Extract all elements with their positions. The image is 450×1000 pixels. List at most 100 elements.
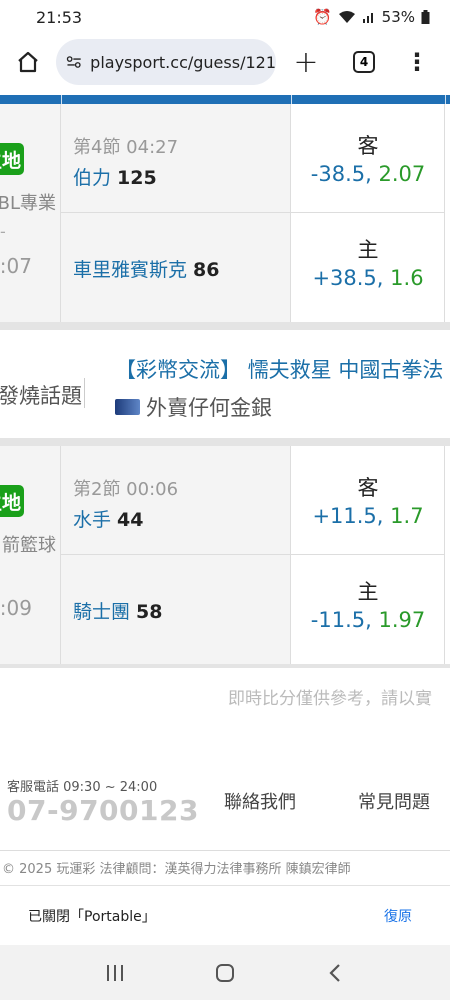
- row-divider: [61, 212, 445, 213]
- odds-line: -38.5, 2.07: [291, 162, 445, 186]
- section-divider: [0, 438, 450, 446]
- odds-line: +11.5, 1.7: [291, 504, 445, 528]
- team-name: 伯力: [73, 167, 112, 189]
- odds-value: 1.97: [378, 608, 426, 632]
- odds-column: 客 +11.5, 1.7 主 -11.5, 1.97: [291, 446, 445, 664]
- match-row: 主地 箭籃球 1:09 第2節 00:06 水手44 騎士團58 客 +11.5…: [0, 446, 450, 664]
- phone-number[interactable]: 07-9700123: [7, 794, 199, 827]
- odds-side: 主: [357, 238, 379, 262]
- score-disclaimer: 即時比分僅供參考，請以實: [228, 689, 432, 709]
- game-period: 第2節 00:06: [73, 479, 179, 500]
- team-score: 44: [117, 509, 144, 531]
- battery-percent: 53%: [381, 8, 415, 26]
- team-score: 125: [117, 167, 157, 189]
- info-dash: -: [0, 222, 6, 241]
- home-team[interactable]: 騎士團 58: [73, 597, 162, 624]
- home-court-badge: 主地: [0, 485, 24, 517]
- team-name: 水手: [73, 509, 112, 531]
- handicap: +11.5,: [312, 504, 384, 528]
- game-period: 第4節 04:27: [73, 137, 179, 158]
- away-odds-cell[interactable]: 客 +11.5, 1.7: [291, 472, 445, 528]
- row-divider: [61, 554, 445, 555]
- home-odds-cell[interactable]: 主 -11.5, 1.97: [291, 576, 445, 632]
- system-nav-bar: [0, 945, 450, 1000]
- tab-switcher-button[interactable]: 4: [336, 34, 392, 90]
- more-vert-icon: ⋮: [405, 48, 429, 76]
- odds-value: 2.07: [378, 162, 426, 186]
- hot-topic-label: 發燒話題: [0, 384, 82, 408]
- back-button[interactable]: [305, 953, 365, 993]
- browser-toolbar: playsport.cc/guess/121 + 4 ⋮: [0, 34, 450, 90]
- faq-link[interactable]: 常見問題: [358, 788, 430, 814]
- hot-topic-banner: 發燒話題 【彩幣交流】 懦夫救星 中國古拳法 外賣仔何金銀: [0, 330, 450, 444]
- game-time: 1:09: [0, 596, 32, 620]
- plus-icon: +: [293, 44, 319, 80]
- home-court-badge: 主地: [0, 143, 24, 175]
- status-time: 21:53: [36, 7, 83, 27]
- page-content: 主地 BL專業 - 1:07 第4節 04:27 伯力125 車里雅賓斯克86 …: [0, 90, 450, 885]
- next-column: [445, 446, 450, 664]
- home-button[interactable]: [0, 34, 56, 90]
- odds-line: -11.5, 1.97: [291, 608, 445, 632]
- home-odds-cell[interactable]: 主 +38.5, 1.6: [291, 234, 445, 290]
- footer-divider: [0, 850, 450, 851]
- overflow-menu-button[interactable]: ⋮: [392, 34, 442, 90]
- contact-us-link[interactable]: 聯絡我們: [224, 788, 296, 814]
- teams-column: 第4節 04:27 伯力 125 車里雅賓斯克 86: [61, 104, 291, 322]
- url-text: playsport.cc/guess/121: [90, 52, 276, 72]
- odds-line: +38.5, 1.6: [291, 266, 445, 290]
- home-icon: [18, 51, 38, 73]
- odds-side: 客: [357, 476, 379, 500]
- recents-icon: [107, 964, 123, 981]
- snackbar-message: 已關閉「Portable」: [28, 909, 156, 925]
- alarm-icon: ⏰: [312, 8, 332, 26]
- away-team[interactable]: 伯力 125: [73, 163, 157, 190]
- teams-column: 第2節 00:06 水手 44 騎士團 58: [61, 446, 291, 664]
- odds-column: 客 -38.5, 2.07 主 +38.5, 1.6: [291, 104, 445, 322]
- odds-value: 1.7: [390, 504, 424, 528]
- odds-side: 客: [357, 134, 379, 158]
- odds-side: 主: [357, 580, 379, 604]
- league-name[interactable]: BL專業: [0, 189, 56, 215]
- home-circle-icon: [216, 963, 234, 982]
- match-info-column: 主地 箭籃球 1:09: [0, 446, 61, 664]
- status-bar: 21:53 ⏰ 53%: [0, 0, 450, 34]
- recents-button[interactable]: [85, 953, 145, 993]
- team-score: 58: [136, 601, 163, 623]
- home-nav-button[interactable]: [195, 953, 255, 993]
- league-name[interactable]: 箭籃球: [2, 531, 56, 557]
- hot-topic-link[interactable]: 【彩幣交流】 懦夫救星 中國古拳法: [115, 354, 443, 384]
- wifi-icon: [338, 11, 355, 23]
- next-column: [445, 104, 450, 322]
- snackbar: 已關閉「Portable」 復原: [0, 885, 450, 945]
- table-header-stripe: [0, 95, 450, 104]
- site-settings-icon[interactable]: [66, 53, 82, 71]
- team-score: 86: [193, 259, 220, 281]
- battery-icon: [421, 10, 430, 24]
- topic-author[interactable]: 外賣仔何金銀: [115, 392, 272, 422]
- new-tab-button[interactable]: +: [276, 34, 336, 90]
- signal-icon: [362, 13, 373, 23]
- phone-label: 客服電話 09:30 ~ 24:00: [7, 780, 158, 795]
- divider: [84, 378, 85, 408]
- team-name: 騎士團: [73, 601, 131, 623]
- handicap: -38.5,: [310, 162, 372, 186]
- team-name: 車里雅賓斯克: [73, 259, 188, 281]
- handicap: -11.5,: [310, 608, 372, 632]
- away-team[interactable]: 水手 44: [73, 505, 143, 532]
- author-name: 外賣仔何金銀: [146, 396, 272, 420]
- avatar: [115, 399, 140, 415]
- copyright: © 2025 玩運彩 法律顧問：漢英得力法律事務所 陳鎮宏律師: [2, 862, 351, 877]
- tab-count: 4: [353, 51, 375, 73]
- address-bar[interactable]: playsport.cc/guess/121: [56, 39, 276, 85]
- home-team[interactable]: 車里雅賓斯克 86: [73, 255, 219, 282]
- undo-button[interactable]: 復原: [384, 906, 412, 926]
- away-odds-cell[interactable]: 客 -38.5, 2.07: [291, 130, 445, 186]
- game-time: 1:07: [0, 254, 32, 278]
- section-divider: [0, 322, 450, 330]
- footer: 即時比分僅供參考，請以實 客服電話 09:30 ~ 24:00 07-97001…: [0, 668, 450, 885]
- back-icon: [329, 963, 340, 982]
- match-info-column: 主地 BL專業 - 1:07: [0, 104, 61, 322]
- status-icons: ⏰ 53%: [313, 8, 430, 26]
- odds-value: 1.6: [390, 266, 424, 290]
